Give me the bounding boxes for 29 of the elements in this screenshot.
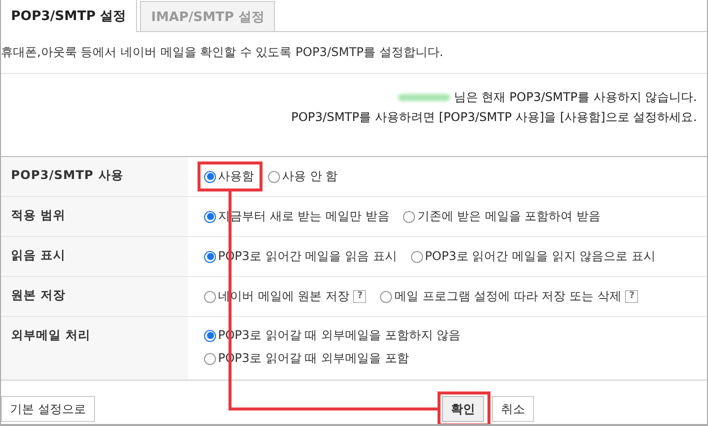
- help-icon[interactable]: ?: [353, 290, 366, 303]
- radio-button[interactable]: [268, 170, 280, 182]
- setting-label: POP3/SMTP 사용: [1, 157, 188, 196]
- setting-label: 적용 범위: [1, 197, 188, 236]
- option-label[interactable]: 기존에 받은 메일을 포함하여 받음: [417, 208, 601, 225]
- status-text: 님은 현재 POP3/SMTP를 사용하지 않습니다.: [454, 89, 697, 106]
- radio-button[interactable]: [410, 250, 423, 262]
- setting-label: 원본 저장: [1, 277, 188, 316]
- secondary-button[interactable]: 취소: [492, 396, 534, 422]
- status-text: POP3/SMTP를 사용하려면 [POP3/SMTP 사용]을 [사용함]으로 설정하세요.: [291, 109, 697, 126]
- radio-button[interactable]: [380, 290, 392, 302]
- option-label[interactable]: 사용함: [218, 168, 254, 185]
- tab[interactable]: POP3/SMTP 설정: [1, 0, 138, 32]
- option-label[interactable]: 메일 프로그램 설정에 따라 저장 또는 삭제: [394, 288, 622, 305]
- radio-button[interactable]: [204, 250, 216, 262]
- radio-button[interactable]: [204, 352, 216, 364]
- radio-button[interactable]: [204, 290, 216, 302]
- radio-button[interactable]: [204, 170, 216, 182]
- radio-button[interactable]: [204, 210, 216, 222]
- description-text: 휴대폰,아웃룩 등에서 네이버 메일을 확인할 수 있도록 POP3/SMTP를 설정합니다.: [1, 32, 707, 74]
- option-label[interactable]: 사용 안 함: [282, 168, 338, 185]
- radio-button[interactable]: [204, 330, 216, 342]
- help-icon[interactable]: ?: [625, 290, 638, 303]
- setting-label: 외부메일 처리: [1, 317, 188, 379]
- confirm-button[interactable]: 확인: [442, 396, 484, 422]
- secondary-button[interactable]: 기본 설정으로: [1, 396, 95, 422]
- setting-label: 읽음 표시: [1, 237, 188, 276]
- option-label[interactable]: POP3로 읽어간 메일을 읽지 않음으로 표시: [424, 248, 656, 265]
- radio-button[interactable]: [403, 210, 416, 222]
